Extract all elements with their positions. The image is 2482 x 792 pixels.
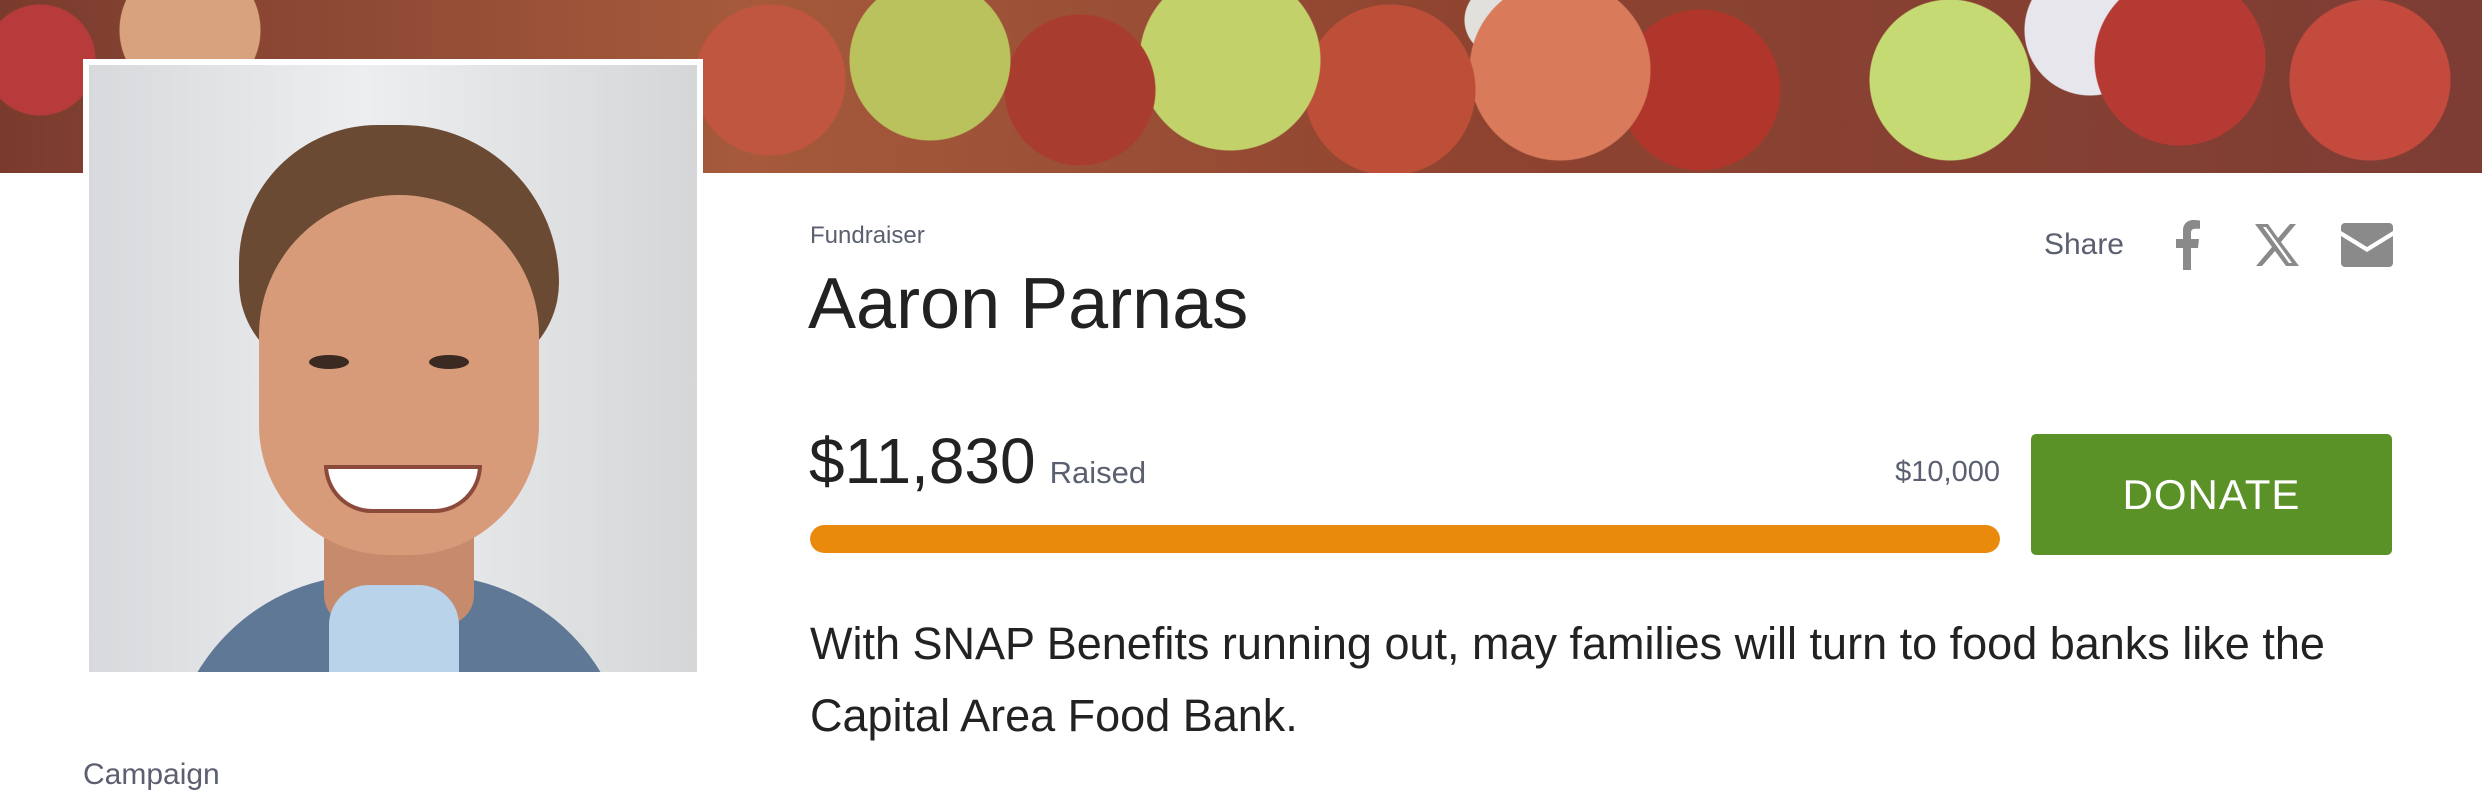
progress-fill (810, 525, 2000, 553)
profile-photo (83, 59, 703, 678)
share-label: Share (2043, 228, 2124, 261)
goal-amount: $10,000 (1895, 456, 2000, 488)
page-title: Aaron Parnas (808, 264, 1249, 344)
raised-label: Raised (1049, 455, 1147, 490)
raised-summary: $11,830 Raised (809, 425, 1146, 497)
progress-bar (810, 525, 2000, 553)
x-icon[interactable] (2250, 218, 2304, 272)
fundraiser-description: With SNAP Benefits running out, may fami… (810, 618, 2325, 741)
donate-button[interactable]: DONATE (2031, 434, 2392, 555)
facebook-icon[interactable] (2160, 218, 2214, 272)
fundraiser-eyebrow: Fundraiser (810, 222, 925, 249)
raised-amount: $11,830 (809, 425, 1036, 497)
share-bar: Share (2044, 218, 2394, 272)
campaign-label: Campaign (83, 758, 220, 791)
email-icon[interactable] (2340, 218, 2394, 272)
profile-photo-image (89, 65, 697, 672)
